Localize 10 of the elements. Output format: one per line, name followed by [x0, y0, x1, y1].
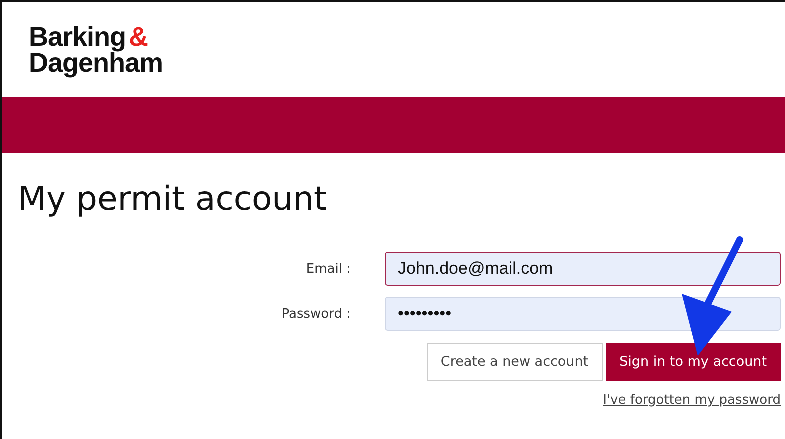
logo-text: Barking [29, 24, 126, 50]
field-label: Email : [305, 262, 351, 276]
page-title: My permit account [18, 179, 328, 218]
create-account-button[interactable]: Create a new account [426, 343, 603, 381]
input-field[interactable]: ••••••••• [385, 297, 781, 331]
sign-in-button[interactable]: Sign in to my account [606, 343, 781, 381]
logo-ampersand: & [129, 24, 148, 50]
input-field[interactable]: John.doe@mail.com [385, 252, 781, 286]
forgot-password-link[interactable]: I've forgotten my password [603, 393, 781, 408]
field-label: Password : [280, 306, 351, 322]
